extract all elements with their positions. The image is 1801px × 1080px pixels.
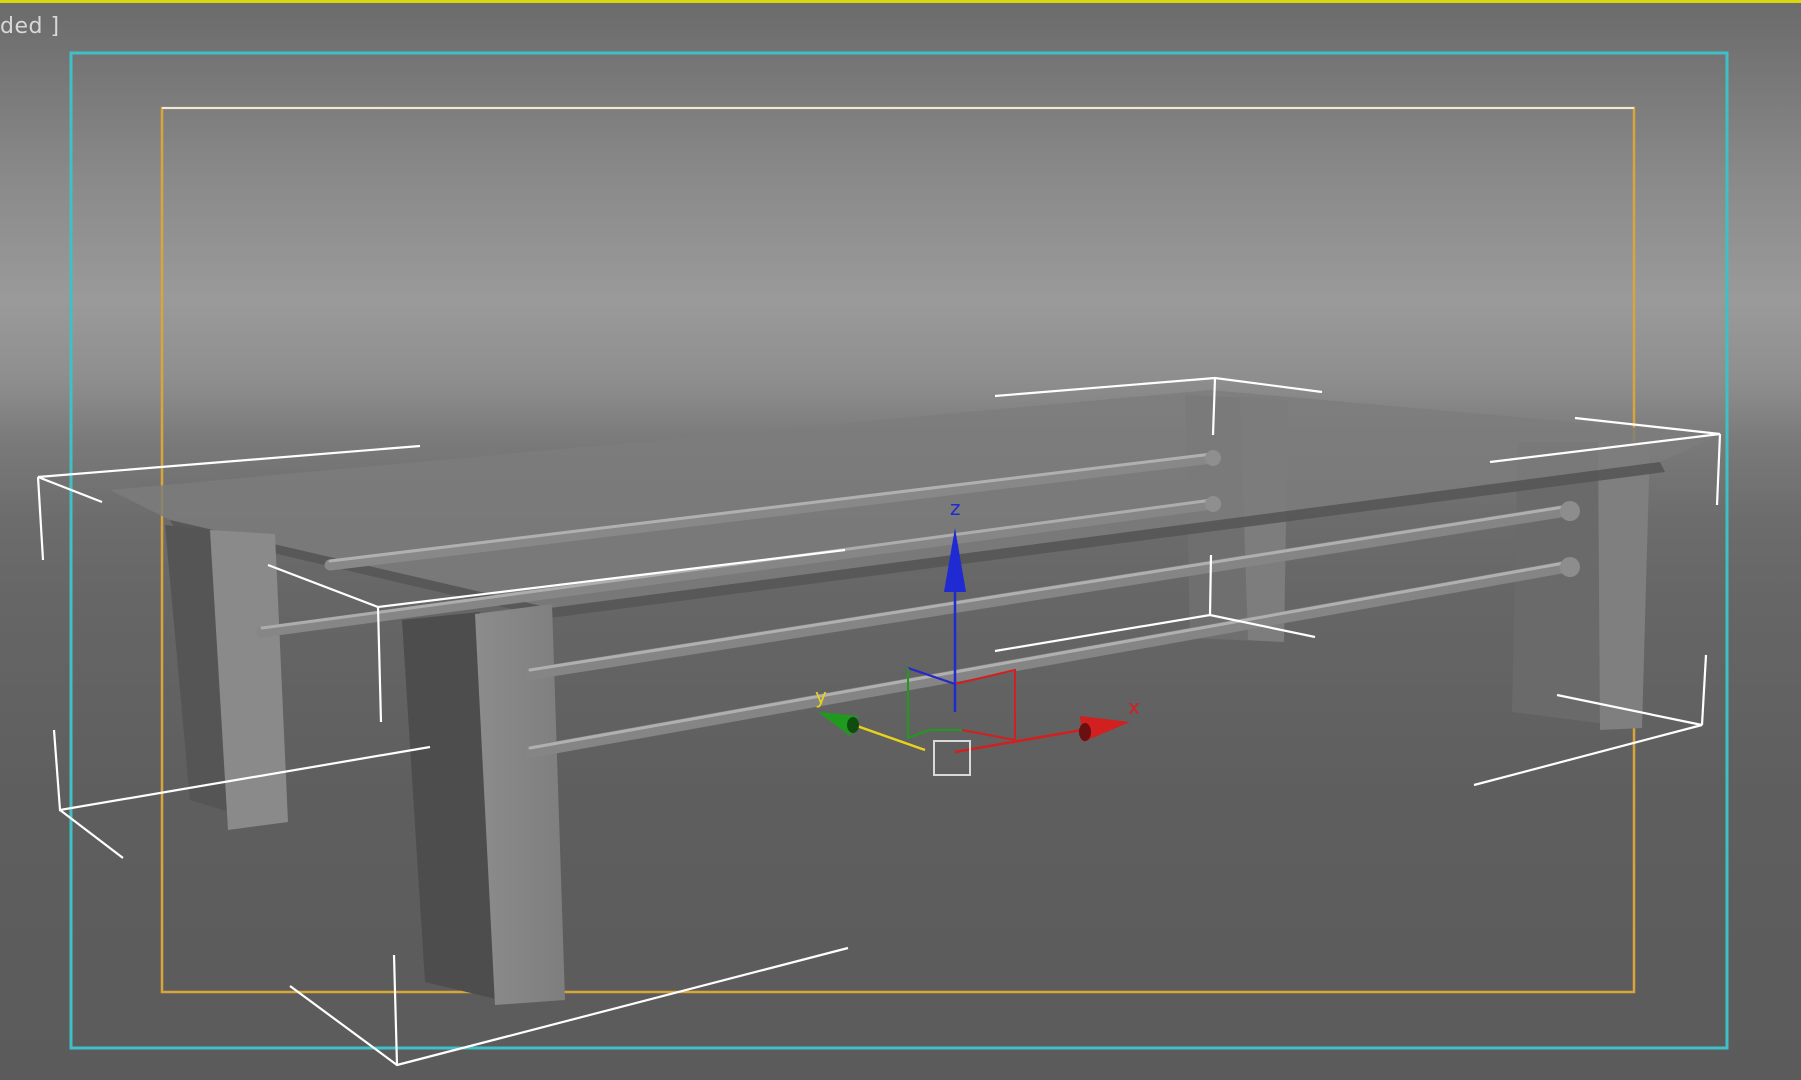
gizmo-y-label: y xyxy=(815,684,827,708)
scene-canvas[interactable]: z x y xyxy=(0,0,1801,1080)
gizmo-y-axis[interactable] xyxy=(856,724,926,752)
gizmo-x-axis[interactable] xyxy=(954,728,1083,754)
gizmo-center-box[interactable] xyxy=(933,740,971,776)
gizmo-z-label: z xyxy=(950,496,961,520)
gizmo-x-label: x xyxy=(1128,695,1140,719)
perspective-viewport[interactable]: ded ] z x y xyxy=(0,0,1801,1080)
table-model[interactable] xyxy=(110,390,1720,1005)
